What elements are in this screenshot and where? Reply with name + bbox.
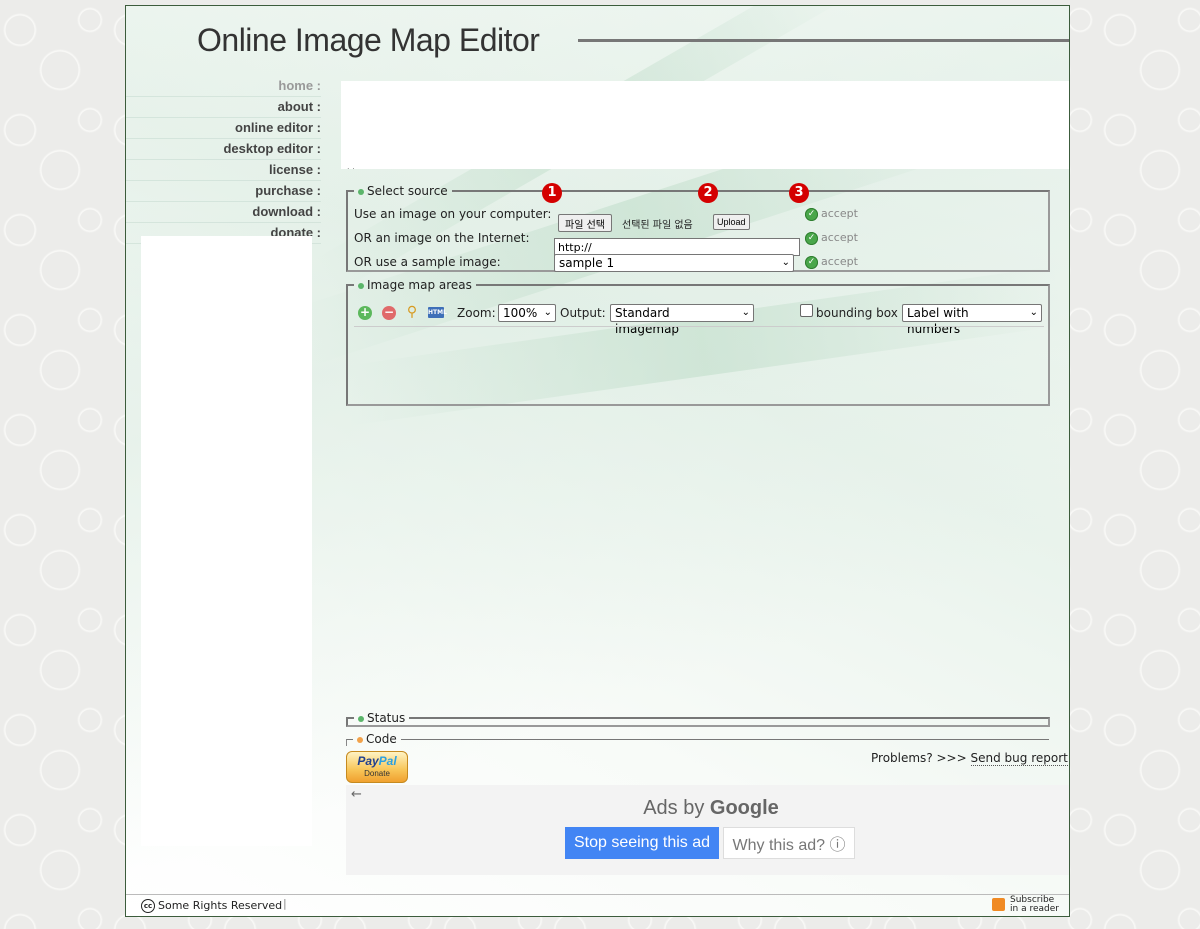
sample-select[interactable]: sample 1 ⌄ [554, 254, 794, 272]
bounding-box-label: bounding box [816, 306, 898, 320]
zoom-label: Zoom: [457, 306, 496, 320]
internet-label: OR an image on the Internet: [354, 231, 530, 245]
license-notice[interactable]: cc Some Rights Reserved [141, 899, 282, 913]
step-1-badge: 1 [542, 183, 562, 203]
output-label: Output: [560, 306, 606, 320]
nav-desktop-editor[interactable]: desktop editor : [126, 139, 321, 160]
computer-label: Use an image on your computer: [354, 207, 552, 221]
html-icon[interactable]: HTML [428, 307, 447, 318]
footer-divider [126, 894, 1069, 895]
check-icon: ✓ [805, 255, 818, 269]
code-panel[interactable]: Code [346, 732, 1049, 746]
stop-seeing-ad-button[interactable]: Stop seeing this ad [565, 827, 719, 859]
sidebar-nav: home : about : online editor : desktop e… [126, 76, 321, 244]
creative-commons-icon: cc [141, 899, 155, 913]
zoom-select[interactable]: 100% ⌄ [498, 304, 556, 322]
nav-purchase[interactable]: purchase : [126, 181, 321, 202]
label-mode-select[interactable]: Label with numbers ⌄ [902, 304, 1042, 336]
status-panel: Status [346, 711, 1050, 727]
nav-about[interactable]: about : [126, 97, 321, 118]
bounding-box-checkbox[interactable] [800, 304, 813, 317]
google-ad-feedback: ← Ads by Google Stop seeing this ad Why … [346, 785, 1069, 875]
check-icon: ✓ [805, 231, 818, 245]
upload-button[interactable]: Upload [713, 214, 750, 230]
remove-icon[interactable]: − [382, 306, 396, 320]
why-this-ad-button[interactable]: Why this ad? ⓘ [723, 827, 855, 859]
footer-separator: | [283, 897, 287, 910]
nav-license[interactable]: license : [126, 160, 321, 181]
ads-by-google: Ads by Google [643, 797, 779, 819]
nav-online-editor[interactable]: online editor : [126, 118, 321, 139]
step-3-badge: 3 [789, 183, 809, 203]
chevron-down-icon: ⌄ [1029, 307, 1038, 318]
top-ad-space: . . [341, 81, 1069, 171]
add-icon[interactable]: + [358, 306, 372, 320]
code-legend[interactable]: Code [353, 732, 401, 746]
accept-computer-button[interactable]: ✓ accept [805, 206, 858, 222]
paypal-donate-button[interactable]: PayPal Donate [346, 751, 408, 783]
problems-text: Problems? >>> Send bug report [871, 751, 1068, 766]
title-rule [578, 39, 1069, 42]
nav-home[interactable]: home : [126, 76, 321, 97]
rss-icon [992, 898, 1005, 911]
file-choose-button[interactable]: 파일 선택 [558, 214, 612, 232]
green-dot-icon [358, 188, 364, 195]
top-ad-dots: . . [347, 162, 355, 171]
green-dot-icon [358, 715, 364, 722]
chevron-down-icon: ⌄ [543, 307, 552, 318]
left-ad-space [141, 236, 312, 846]
chevron-down-icon: ⌄ [781, 257, 790, 268]
bug-report-link[interactable]: Send bug report [970, 751, 1068, 766]
select-source-legend: Select source [354, 184, 452, 198]
zoom-icon[interactable]: ⚲ [405, 305, 419, 320]
step-2-badge: 2 [698, 183, 718, 203]
output-select[interactable]: Standard imagemap ⌄ [610, 304, 754, 336]
toolbar-divider [354, 326, 1044, 327]
nav-download[interactable]: download : [126, 202, 321, 223]
status-legend: Status [354, 711, 409, 725]
accept-internet-button[interactable]: ✓ accept [805, 230, 858, 246]
image-map-areas-panel: Image map areas + − ⚲ HTML Zoom: 100% ⌄ O… [346, 278, 1050, 406]
page-container: Online Image Map Editor home : about : o… [125, 5, 1070, 917]
page-title: Online Image Map Editor [197, 22, 540, 58]
check-icon: ✓ [805, 207, 818, 221]
paypal-donate-label: Donate [364, 769, 390, 778]
image-map-areas-legend: Image map areas [354, 278, 476, 292]
sample-label: OR use a sample image: [354, 255, 501, 269]
chevron-down-icon: ⌄ [741, 307, 750, 318]
paypal-logo: PayPal [357, 754, 397, 768]
accept-sample-button[interactable]: ✓ accept [805, 254, 858, 270]
orange-dot-icon [357, 736, 363, 743]
file-status-text: 선택된 파일 없음 [622, 220, 693, 231]
green-dot-icon [358, 282, 364, 289]
